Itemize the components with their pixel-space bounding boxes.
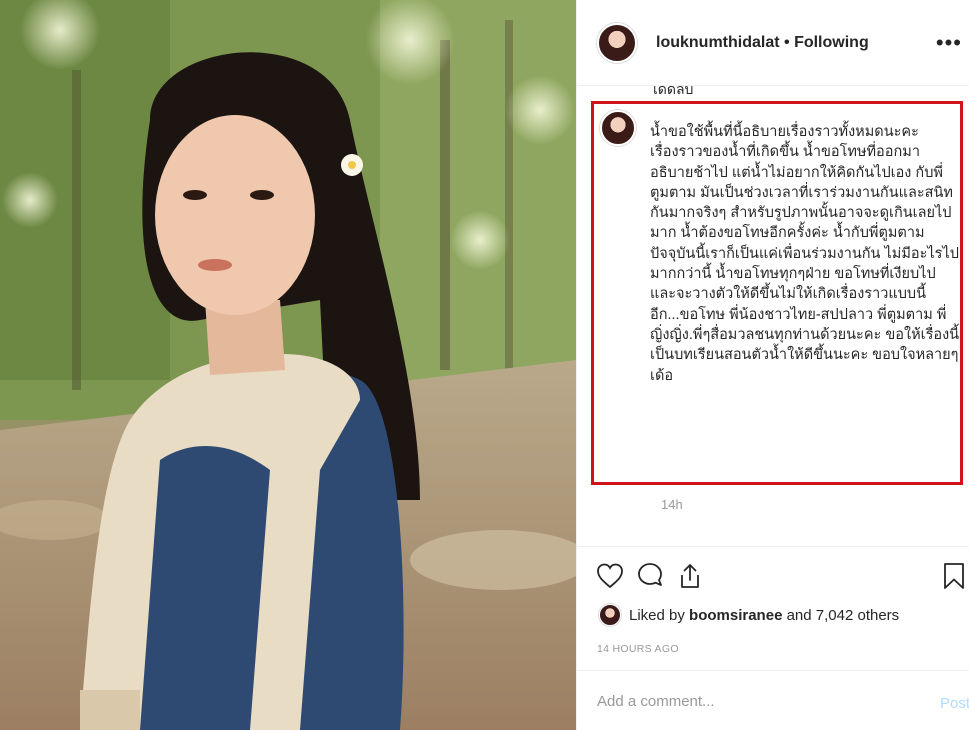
likes-summary: Liked by boomsiranee and 7,042 others xyxy=(599,604,899,626)
separator-dot: • xyxy=(779,33,795,51)
author-line: louknumthidalat • Following xyxy=(656,34,869,52)
author-avatar[interactable] xyxy=(597,22,637,63)
likes-prefix: Liked by xyxy=(629,606,685,624)
post-time-ago[interactable]: 14 HOURS AGO xyxy=(597,643,679,655)
comment-author-avatar[interactable] xyxy=(600,110,636,146)
post-image-illustration xyxy=(0,0,576,730)
bookmark-icon[interactable] xyxy=(939,561,969,591)
liker-avatar[interactable] xyxy=(599,604,621,626)
share-icon[interactable] xyxy=(675,561,705,591)
follow-status-button[interactable]: Following xyxy=(794,34,869,51)
heart-icon[interactable] xyxy=(595,561,625,591)
highlighted-comment: น้ำขอใช้พื้นที่นี้อธิบายเรื่องราวทั้งหมด… xyxy=(591,101,963,485)
comment-text: น้ำขอใช้พื้นที่นี้อธิบายเรื่องราวทั้งหมด… xyxy=(650,124,960,384)
previous-comment-text: เดดลบ xyxy=(653,81,694,94)
author-username[interactable]: louknumthidalat xyxy=(656,34,780,51)
likes-count-link[interactable]: and 7,042 others xyxy=(787,607,900,624)
post-details-panel: louknumthidalat • Following ••• เดดลบ น้… xyxy=(576,0,969,730)
add-comment-bar: Post xyxy=(577,670,969,730)
add-comment-input[interactable] xyxy=(597,693,897,710)
comment-timestamp[interactable]: 14h xyxy=(661,497,683,512)
liker-username[interactable]: boomsiranee xyxy=(689,607,782,624)
post-comment-button[interactable]: Post xyxy=(940,695,969,712)
post-photo[interactable] xyxy=(0,0,576,730)
post-header: louknumthidalat • Following ••• xyxy=(577,0,969,86)
action-bar xyxy=(577,546,969,606)
comment-icon[interactable] xyxy=(635,561,665,591)
more-dots-icon[interactable]: ••• xyxy=(936,30,962,56)
